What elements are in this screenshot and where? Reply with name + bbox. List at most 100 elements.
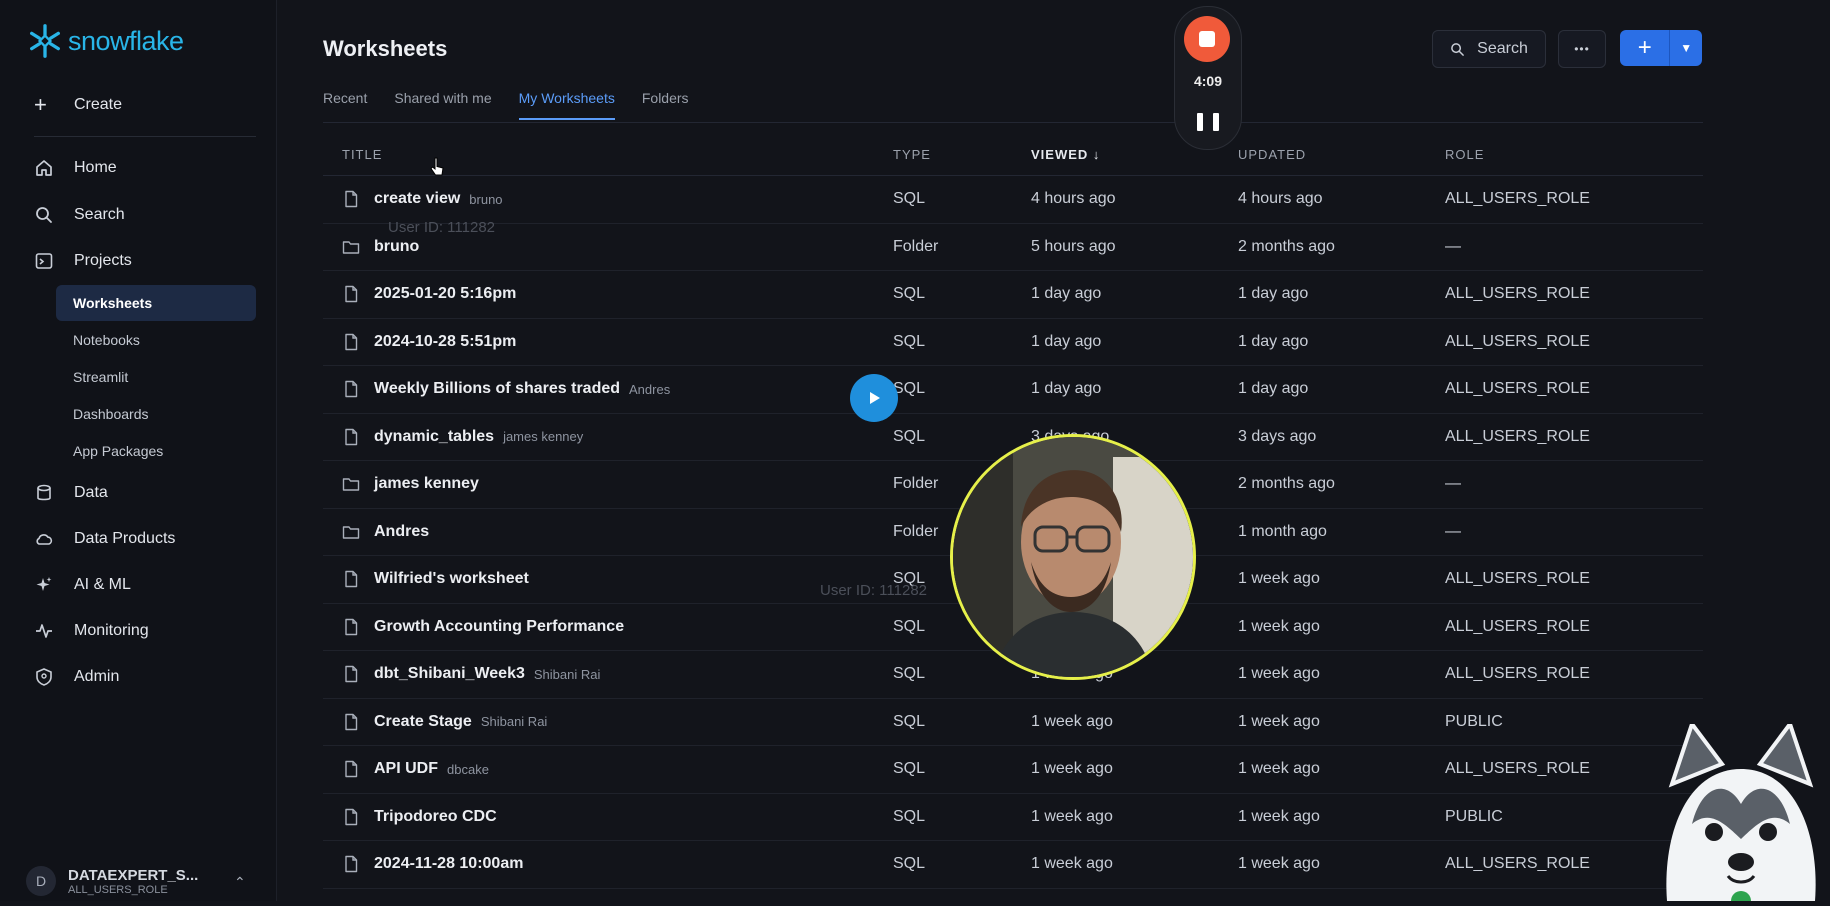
cell-updated: 1 week ago [1238,712,1320,730]
table-row[interactable]: Weekly Billions of shares traded Andres SQ… [323,366,1703,414]
sidebar-item-data[interactable]: Data [34,483,108,503]
sidebar-item-projects[interactable]: Projects [34,251,132,271]
cell-updated: 1 week ago [1238,617,1320,635]
table-row[interactable]: API UDF dbcake SQL 1 week ago 1 week ago ALL_… [323,746,1703,794]
table-row[interactable]: 2025-01-20 5:16pm SQL 1 day ago 1 day ago AL… [323,271,1703,319]
column-header-title[interactable]: TITLE [323,147,893,162]
table-row[interactable]: Create Stage Shibani Rai SQL 1 week ago 1 we… [323,699,1703,746]
sidebar-item-home[interactable]: Home [34,158,117,178]
worksheet-title[interactable]: bruno [374,238,419,256]
cell-title: dbt_Shibani_Week3 Shibani Rai [323,665,893,683]
worksheet-title[interactable]: create view [374,190,460,208]
cell-updated: 1 week ago [1238,665,1320,683]
tab-my-worksheets[interactable]: My Worksheets [518,90,615,120]
file-icon [345,286,358,303]
cell-title: Wilfried's worksheet [323,570,893,588]
worksheet-title[interactable]: Weekly Billions of shares traded [374,380,620,398]
cell-viewed: 1 day ago [1031,380,1102,398]
worksheet-title[interactable]: dbt_Shibani_Week3 [374,665,525,683]
tab-recent[interactable]: Recent [323,90,367,120]
tab-shared-with-me[interactable]: Shared with me [394,90,491,120]
projects-icon [35,253,53,269]
tab-bar: Recent Shared with me My Worksheets Fold… [323,90,716,120]
worksheet-title[interactable]: Wilfried's worksheet [374,570,529,588]
pause-button[interactable] [1197,111,1219,133]
search-button[interactable]: Search [1432,30,1546,68]
column-header-type[interactable]: TYPE [893,147,1031,162]
worksheet-title[interactable]: 2024-10-28 5:51pm [374,333,516,351]
file-icon [345,761,358,778]
column-header-label: ROLE [1445,146,1485,162]
play-button[interactable] [850,374,898,422]
sidebar: snowflake + Create Home Search Projects … [0,0,277,901]
file-icon [345,191,358,208]
sidebar-item-search[interactable]: Search [34,205,125,225]
cell-title: Create Stage Shibani Rai [323,713,893,731]
worksheet-title[interactable]: Andres [374,523,429,541]
cell-viewed: 1 day ago [1031,285,1102,303]
sidebar-item-monitoring[interactable]: Monitoring [34,621,149,641]
recording-timer: 4:09 [1193,73,1223,89]
table-row[interactable]: 2024-10-28 5:51pm SQL 1 day ago 1 day ago AL… [323,319,1703,366]
sidebar-item-label: Monitoring [74,622,149,639]
worksheet-title[interactable]: 2024-11-28 10:00am [374,855,523,873]
cell-title: bruno [323,238,893,256]
account-switcher[interactable]: D DATAEXPERT_S... ALL_USERS_ROLE ⌃ [26,866,246,896]
worksheet-title[interactable]: dynamic_tables [374,428,494,446]
table-header: TITLE TYPE VIEWED ↓ UPDATED ROLE [323,133,1703,176]
logo-text: snowflake [68,25,184,56]
column-header-role[interactable]: ROLE [1445,147,1703,162]
snowflake-logo[interactable]: snowflake [26,22,184,60]
chevron-up-icon[interactable]: ⌃ [234,874,246,891]
search-icon [36,207,52,223]
sidebar-item-data-products[interactable]: Data Products [34,529,175,549]
sidebar-item-app-packages[interactable]: App Packages [56,433,256,469]
worksheet-title[interactable]: james kenney [374,475,479,493]
cell-type: SQL [893,855,926,873]
sidebar-item-ai-ml[interactable]: AI & ML [34,575,131,595]
stop-recording-button[interactable] [1184,16,1230,62]
sidebar-item-worksheets[interactable]: Worksheets [56,285,256,321]
worksheet-title[interactable]: Growth Accounting Performance [374,618,624,636]
file-icon [345,333,358,350]
cell-updated: 1 day ago [1238,380,1309,398]
cell-type: Folder [893,237,939,255]
cell-updated: 1 day ago [1238,332,1309,350]
sidebar-item-admin[interactable]: Admin [34,667,119,687]
sidebar-subitem-label: Streamlit [73,369,129,385]
file-icon [345,618,358,635]
cell-viewed: 1 week ago [1031,760,1113,778]
sidebar-item-notebooks[interactable]: Notebooks [56,322,256,358]
more-options-button[interactable]: ••• [1558,30,1606,68]
sidebar-item-dashboards[interactable]: Dashboards [56,396,256,432]
cell-type: SQL [893,285,926,303]
snowflake-logo-icon [30,24,60,58]
column-header-updated[interactable]: UPDATED [1238,147,1445,162]
folder-icon [342,241,360,254]
file-icon [345,571,358,588]
worksheet-title[interactable]: Tripodoreo CDC [374,808,497,826]
add-worksheet-button[interactable]: + ▼ [1620,30,1702,66]
cell-role: — [1445,475,1461,493]
worksheet-title[interactable]: 2025-01-20 5:16pm [374,285,516,303]
user-id-watermark: User ID: 111282 [820,582,927,599]
file-icon [345,856,358,873]
plus-icon[interactable]: + [1620,30,1671,66]
table-row[interactable]: Tripodoreo CDC SQL 1 week ago 1 week ago PUB… [323,794,1703,841]
chevron-down-icon[interactable]: ▼ [1670,30,1702,66]
sidebar-item-streamlit[interactable]: Streamlit [56,359,256,395]
table-row[interactable]: 2024-11-28 10:00am SQL 1 week ago 1 week ag… [323,841,1703,889]
table-row[interactable]: create view bruno SQL 4 hours ago 4 hours ag… [323,176,1703,224]
tab-folders[interactable]: Folders [642,90,689,120]
cell-updated: 1 day ago [1238,285,1309,303]
create-button[interactable]: + Create [34,94,122,116]
cell-role: ALL_USERS_ROLE [1445,570,1590,588]
worksheet-title[interactable]: Create Stage [374,713,472,731]
cell-viewed: 5 hours ago [1031,237,1116,255]
sidebar-item-label: Data Products [74,530,176,547]
webcam-bubble[interactable] [950,434,1196,680]
mouse-cursor-icon [430,157,446,182]
table-row[interactable]: bruno Folder 5 hours ago 2 months ago — [323,224,1703,271]
file-icon [345,428,358,445]
worksheet-title[interactable]: API UDF [374,760,438,778]
